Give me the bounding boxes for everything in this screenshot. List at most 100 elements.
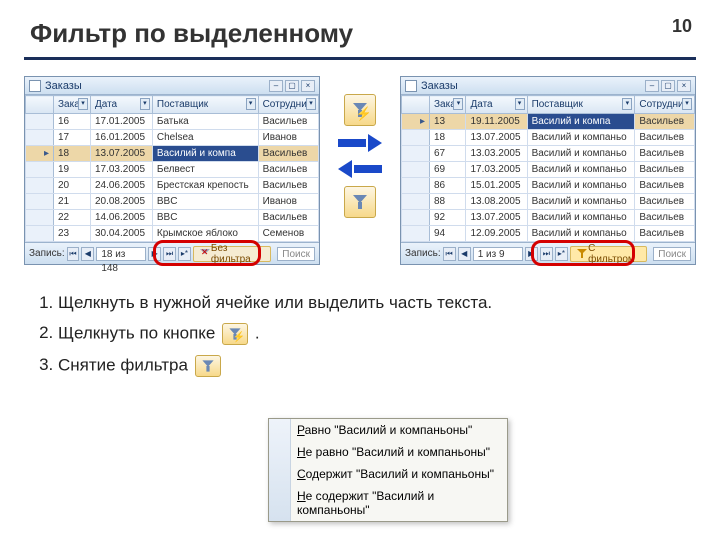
cell[interactable]: 24.06.2005	[90, 178, 152, 194]
column-header[interactable]: Дата▾	[466, 96, 527, 114]
cell[interactable]: Васильев	[258, 210, 318, 226]
dropdown-icon[interactable]: ▾	[453, 98, 463, 110]
minimize-button[interactable]: –	[269, 80, 283, 92]
column-header[interactable]: Сотрудник▾	[635, 96, 695, 114]
close-button[interactable]: ×	[677, 80, 691, 92]
cell[interactable]: Васильев	[635, 194, 695, 210]
minimize-button[interactable]: –	[645, 80, 659, 92]
cell[interactable]: 69	[430, 162, 466, 178]
cell[interactable]: Василий и компаньо	[527, 194, 635, 210]
dropdown-icon[interactable]: ▾	[682, 98, 692, 110]
cell[interactable]: Васильев	[635, 114, 695, 130]
menu-item[interactable]: Содержит "Василий и компаньоны"	[269, 463, 507, 485]
cell[interactable]: 20.08.2005	[90, 194, 152, 210]
cell[interactable]: 13.07.2005	[466, 210, 527, 226]
cell[interactable]: Васильев	[258, 178, 318, 194]
cell[interactable]: Крымское яблоко	[152, 226, 258, 242]
column-header[interactable]: Заказ▾	[54, 96, 91, 114]
cell[interactable]: Васильев	[635, 146, 695, 162]
cell[interactable]: Брестская крепость	[152, 178, 258, 194]
cell[interactable]: 86	[430, 178, 466, 194]
cell[interactable]: BBC	[152, 194, 258, 210]
column-header[interactable]: Дата▾	[90, 96, 152, 114]
cell[interactable]: Василий и компа	[527, 114, 635, 130]
table-row[interactable]: ▸1319.11.2005Василий и компаВасильев	[402, 114, 695, 130]
nav-next-button[interactable]: ▶	[148, 247, 161, 261]
cell[interactable]: Василий и компаньо	[527, 162, 635, 178]
menu-item[interactable]: Не равно "Василий и компаньоны"	[269, 441, 507, 463]
filter-indicator-off[interactable]: Без фильтра	[193, 246, 271, 262]
toggle-filter-button[interactable]	[344, 186, 376, 218]
cell[interactable]: 23	[54, 226, 91, 242]
cell[interactable]: Васильев	[258, 146, 318, 162]
cell[interactable]: 30.04.2005	[90, 226, 152, 242]
cell[interactable]: Васильев	[635, 210, 695, 226]
nav-last-button[interactable]: ⏭	[163, 247, 176, 261]
data-grid[interactable]: Заказ▾Дата▾Поставщик▾Сотрудник▾1617.01.2…	[25, 95, 319, 242]
dropdown-icon[interactable]: ▾	[515, 98, 525, 110]
cell[interactable]: 14.06.2005	[90, 210, 152, 226]
cell[interactable]: 17.03.2005	[466, 162, 527, 178]
cell[interactable]: 13.07.2005	[466, 130, 527, 146]
table-row[interactable]: 1917.03.2005БелвестВасильев	[26, 162, 319, 178]
cell[interactable]: Васильев	[635, 226, 695, 242]
dropdown-icon[interactable]: ▾	[140, 98, 150, 110]
cell[interactable]: Василий и компаньо	[527, 226, 635, 242]
cell[interactable]: Василий и компаньо	[527, 210, 635, 226]
table-row[interactable]: 9412.09.2005Василий и компаньоВасильев	[402, 226, 695, 242]
nav-first-button[interactable]: ⏮	[67, 247, 80, 261]
table-row[interactable]: 6713.03.2005Василий и компаньоВасильев	[402, 146, 695, 162]
table-row[interactable]: 2120.08.2005BBCИванов	[26, 194, 319, 210]
nav-new-button[interactable]: ▸*	[555, 247, 568, 261]
cell[interactable]: 18	[54, 146, 91, 162]
data-grid[interactable]: Заказ▾Дата▾Поставщик▾Сотрудник▾▸1319.11.…	[401, 95, 695, 242]
cell[interactable]: Васильев	[635, 178, 695, 194]
record-position[interactable]: 18 из 148	[96, 247, 146, 261]
cell[interactable]: 19	[54, 162, 91, 178]
cell[interactable]: 17	[54, 130, 91, 146]
menu-item[interactable]: Равно "Василий и компаньоны"	[269, 419, 507, 441]
cell[interactable]: 16.01.2005	[90, 130, 152, 146]
cell[interactable]: 94	[430, 226, 466, 242]
column-header[interactable]: Заказ▾	[430, 96, 466, 114]
toggle-filter-button-inline[interactable]	[195, 355, 221, 377]
cell[interactable]: 13.08.2005	[466, 194, 527, 210]
cell[interactable]: Васильев	[258, 162, 318, 178]
cell[interactable]: 16	[54, 114, 91, 130]
table-row[interactable]: 6917.03.2005Василий и компаньоВасильев	[402, 162, 695, 178]
nav-prev-button[interactable]: ◀	[458, 247, 471, 261]
cell[interactable]: Василий и компа	[152, 146, 258, 162]
nav-next-button[interactable]: ▶	[525, 247, 538, 261]
cell[interactable]: 18	[430, 130, 466, 146]
cell[interactable]: BBC	[152, 210, 258, 226]
table-row[interactable]: 1716.01.2005ChelseaИванов	[26, 130, 319, 146]
table-row[interactable]: 8615.01.2005Василий и компаньоВасильев	[402, 178, 695, 194]
table-row[interactable]: 1813.07.2005Василий и компаньоВасильев	[402, 130, 695, 146]
cell[interactable]: Chelsea	[152, 130, 258, 146]
cell[interactable]: Иванов	[258, 130, 318, 146]
table-row[interactable]: 8813.08.2005Василий и компаньоВасильев	[402, 194, 695, 210]
cell[interactable]: 15.01.2005	[466, 178, 527, 194]
cell[interactable]: 21	[54, 194, 91, 210]
cell[interactable]: Батька	[152, 114, 258, 130]
table-row[interactable]: 1617.01.2005БатькаВасильев	[26, 114, 319, 130]
filter-by-selection-button[interactable]: ⚡	[344, 94, 376, 126]
cell[interactable]: 13.07.2005	[90, 146, 152, 162]
filter-indicator-on[interactable]: С фильтром	[570, 246, 647, 262]
cell[interactable]: 92	[430, 210, 466, 226]
cell[interactable]: Васильев	[635, 130, 695, 146]
cell[interactable]: 12.09.2005	[466, 226, 527, 242]
dropdown-icon[interactable]: ▾	[622, 98, 632, 110]
filter-by-selection-button-inline[interactable]: ⚡	[222, 323, 248, 345]
cell[interactable]: Семенов	[258, 226, 318, 242]
cell[interactable]: 17.03.2005	[90, 162, 152, 178]
dropdown-icon[interactable]: ▾	[78, 98, 88, 110]
dropdown-icon[interactable]: ▾	[306, 98, 316, 110]
nav-last-button[interactable]: ⏭	[540, 247, 553, 261]
table-row[interactable]: 2214.06.2005BBCВасильев	[26, 210, 319, 226]
cell[interactable]: Василий и компаньо	[527, 130, 635, 146]
record-position[interactable]: 1 из 9	[473, 247, 523, 261]
close-button[interactable]: ×	[301, 80, 315, 92]
cell[interactable]: 13	[430, 114, 466, 130]
cell[interactable]: 17.01.2005	[90, 114, 152, 130]
